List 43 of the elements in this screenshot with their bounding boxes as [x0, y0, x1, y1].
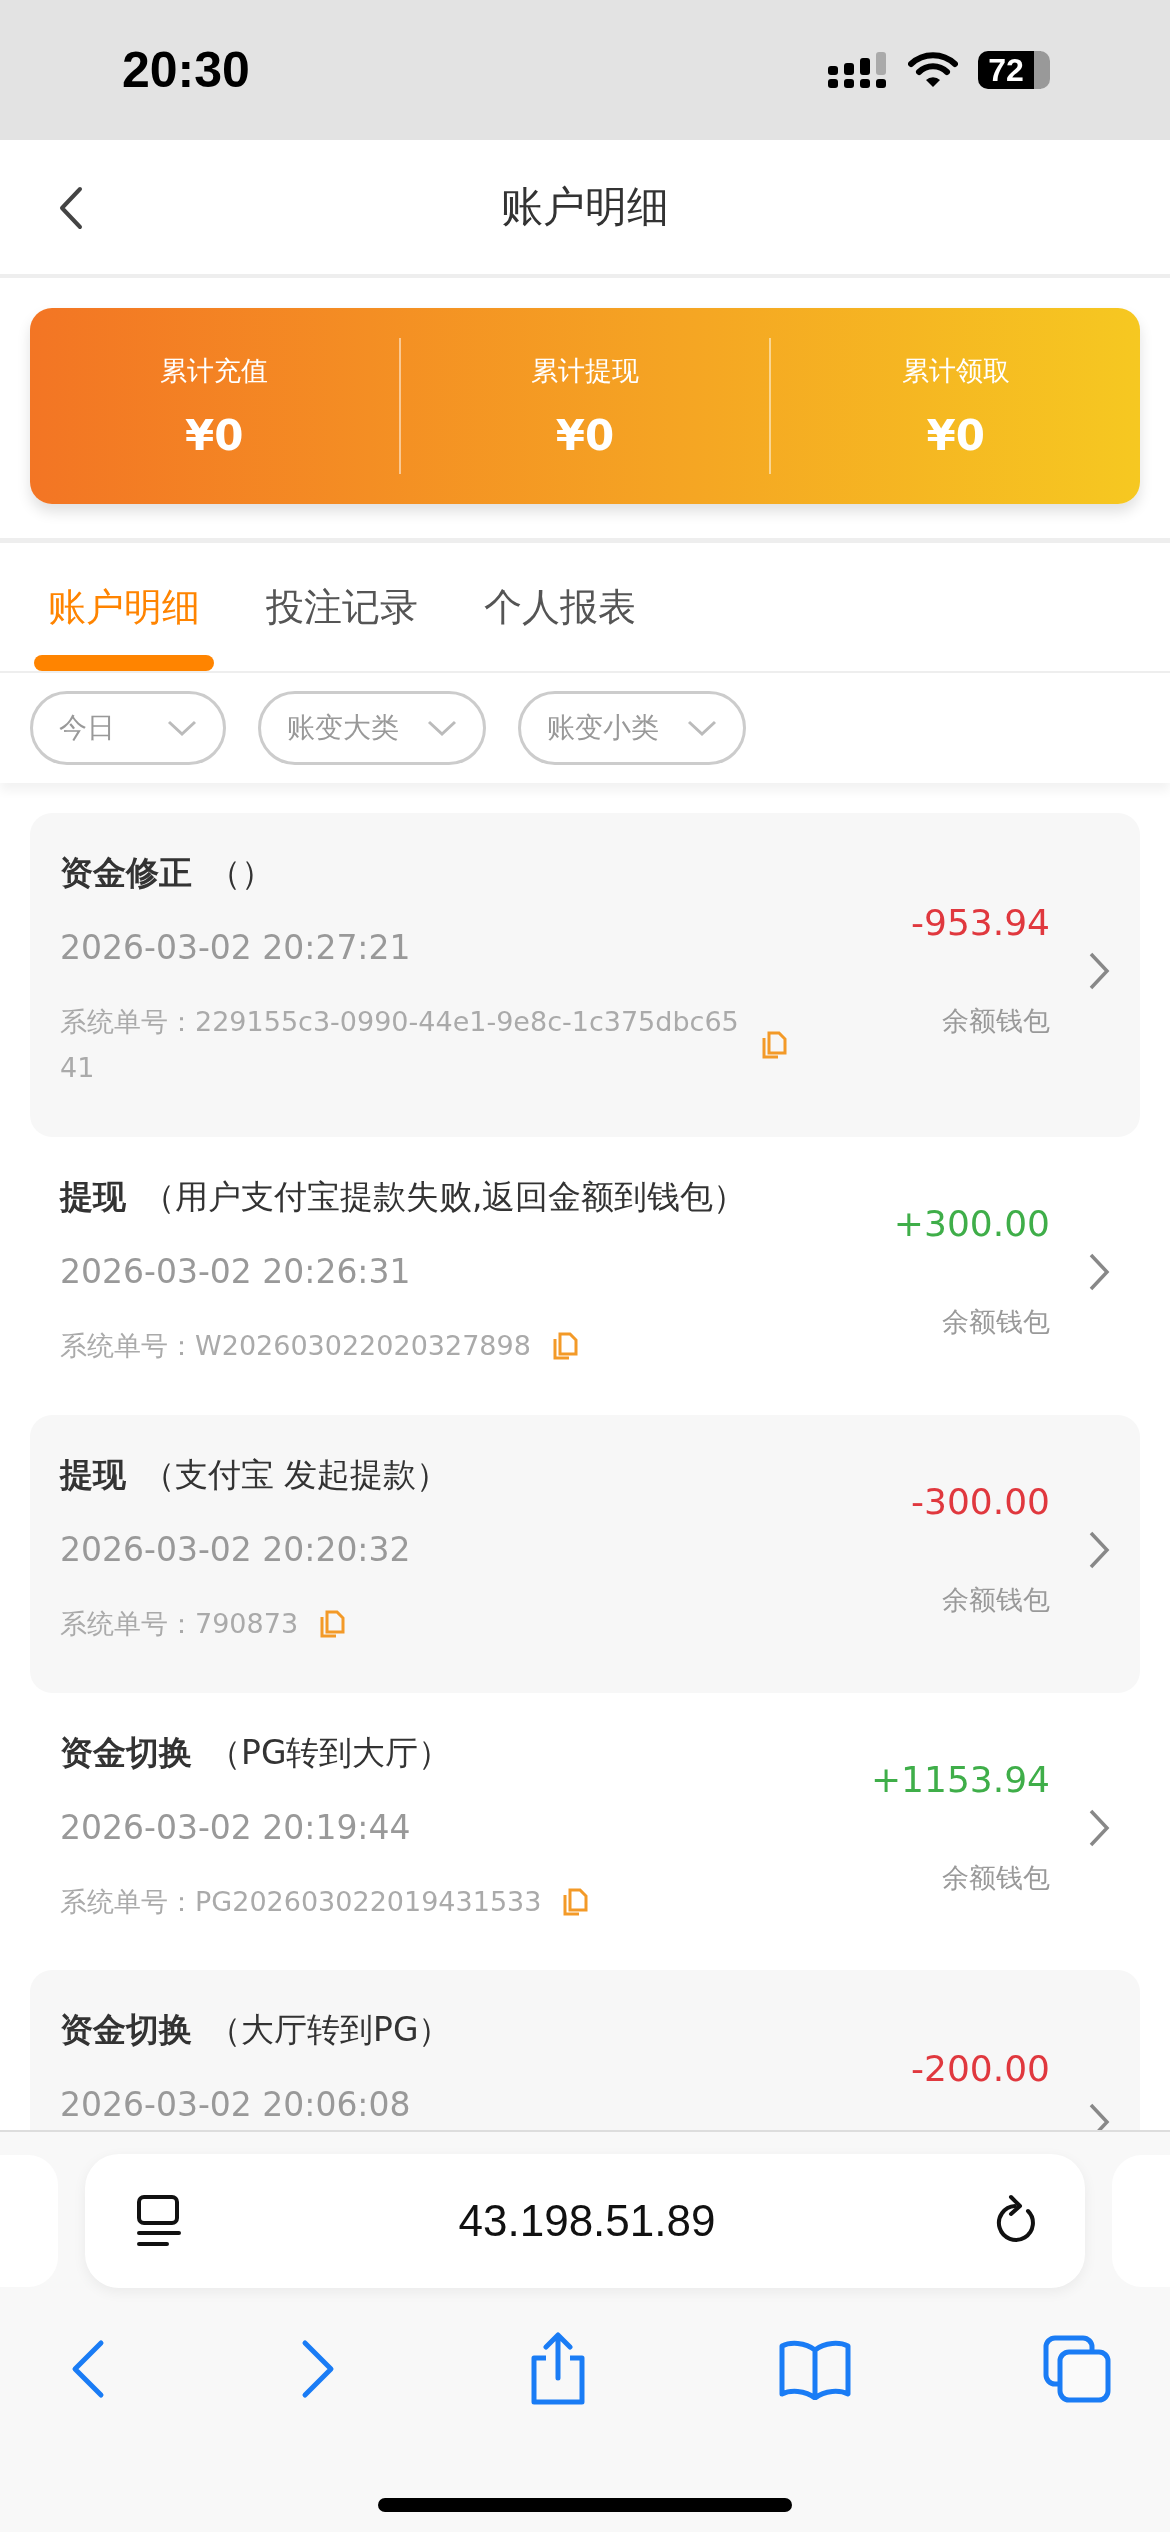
- record-note: （大厅转到PG）: [208, 2009, 452, 2052]
- status-time: 20:30: [122, 41, 250, 99]
- record-time: 2026-03-02 20:26:31: [60, 1251, 412, 1291]
- order-number: 系统单号：229155c3-0990-44e1-9e8c-1c375dbc6541: [60, 1005, 740, 1085]
- record-note: （PG转到大厅）: [208, 1731, 452, 1774]
- order-number: 系统单号：W202603022020327898: [60, 1328, 531, 1363]
- record-type: 资金切换: [60, 1731, 192, 1774]
- record-note: （用户支付宝提款失败,返回金额到钱包）: [142, 1175, 747, 1218]
- record-type: 资金切换: [60, 2009, 192, 2052]
- record-note: （支付宝 发起提款）: [142, 1453, 450, 1496]
- summary-value: ¥0: [555, 410, 615, 460]
- address-bar[interactable]: 43.198.51.89: [85, 2154, 1085, 2288]
- record-amount: -300.00: [911, 1481, 1050, 1523]
- record-amount: -200.00: [911, 2048, 1050, 2090]
- wallet-label: 余额钱包: [942, 1861, 1050, 1895]
- record-time: 2026-03-02 20:06:08: [60, 2085, 412, 2125]
- summary-label: 累计提现: [531, 353, 639, 388]
- order-number: 系统单号：790873: [60, 1606, 299, 1641]
- record-card[interactable]: 资金切换 （大厅转到PG） 2026-03-02 20:06:08 -200.00: [30, 1970, 1140, 2130]
- record-amount: +1153.94: [870, 1759, 1050, 1800]
- summary-value: ¥0: [926, 410, 985, 460]
- tab[interactable]: 个人报表: [470, 543, 650, 671]
- summary-value: ¥0: [185, 410, 244, 460]
- record-time: 2026-03-02 20:19:44: [60, 1807, 412, 1847]
- record-type: 资金修正: [60, 852, 192, 894]
- record-type: 提现: [60, 1453, 126, 1496]
- record-card[interactable]: 提现 （支付宝 发起提款） 2026-03-02 20:20:32 系统单号：790873 -300.00 余额钱包: [30, 1414, 1140, 1693]
- summary-label: 累计充值: [160, 353, 269, 388]
- record-time: 2026-03-02 20:27:21: [60, 928, 412, 967]
- record-time: 2026-03-02 20:20:32: [60, 1529, 412, 1569]
- summary-label: 累计领取: [901, 353, 1010, 388]
- record-card[interactable]: 资金修正 （） 2026-03-02 20:27:21 系统单号：229155c3-0990-44e1-9e8c-1c375dbc6541 -953.94 余额钱包: [30, 813, 1140, 1137]
- wallet-label: 余额钱包: [942, 1583, 1050, 1618]
- record-amount: -953.94: [911, 902, 1050, 944]
- record-note: （）: [208, 852, 274, 894]
- wallet-label: 余额钱包: [942, 1305, 1050, 1340]
- page-title: 账户明细: [501, 181, 669, 233]
- battery-icon: 72: [978, 51, 1050, 89]
- tab[interactable]: 投注记录: [252, 543, 432, 671]
- record-type: 提现: [60, 1175, 126, 1218]
- record-amount: +300.00: [893, 1203, 1050, 1245]
- wallet-label: 余额钱包: [942, 1004, 1050, 1039]
- order-number: 系统单号：PG202603022019431533: [60, 1884, 542, 1919]
